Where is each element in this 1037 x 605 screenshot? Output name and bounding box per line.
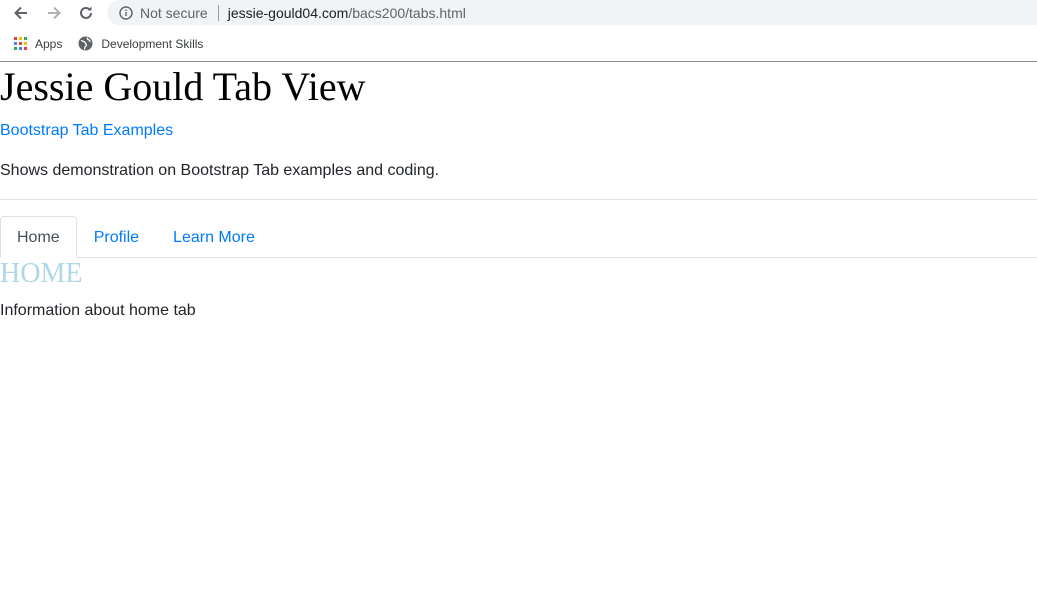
page-content: Jessie Gould Tab View Bootstrap Tab Exam… xyxy=(0,63,1037,605)
bookmarks-bar: Apps Development Skills xyxy=(0,26,1037,62)
tab-bar: Home Profile Learn More xyxy=(0,216,1037,258)
omnibox-divider xyxy=(217,4,219,21)
apps-grid-icon xyxy=(14,37,27,50)
info-icon[interactable] xyxy=(119,5,133,20)
tab-learn-more[interactable]: Learn More xyxy=(156,216,272,258)
divider xyxy=(0,199,1037,200)
reload-icon xyxy=(80,6,92,19)
tab-content-heading: HOME xyxy=(0,258,83,289)
bootstrap-examples-link[interactable]: Bootstrap Tab Examples xyxy=(0,121,173,141)
url-host: jessie-gould04.com xyxy=(227,4,349,21)
security-status: Not secure xyxy=(140,4,208,21)
tab-content-text: Information about home tab xyxy=(0,302,196,319)
page-title: Jessie Gould Tab View xyxy=(0,64,366,109)
address-bar[interactable]: Not secure jessie-gould04.com /bacs200/t… xyxy=(107,0,1037,25)
back-button[interactable] xyxy=(10,2,32,24)
bookmark-apps[interactable]: Apps xyxy=(14,37,62,51)
page-description: Shows demonstration on Bootstrap Tab exa… xyxy=(0,162,440,179)
forward-button[interactable] xyxy=(43,2,65,24)
tab-profile[interactable]: Profile xyxy=(77,216,156,258)
bookmark-development-skills[interactable]: Development Skills xyxy=(78,36,203,51)
arrow-left-icon xyxy=(14,6,27,20)
reload-button[interactable] xyxy=(75,2,97,24)
bookmark-label: Development Skills xyxy=(101,36,204,51)
tab-home[interactable]: Home xyxy=(0,216,77,258)
globe-icon xyxy=(78,36,93,51)
bookmark-label: Apps xyxy=(35,36,63,51)
url-path: /bacs200/tabs.html xyxy=(348,4,466,21)
browser-toolbar: Not secure jessie-gould04.com /bacs200/t… xyxy=(0,0,1037,26)
arrow-right-icon xyxy=(48,6,61,20)
